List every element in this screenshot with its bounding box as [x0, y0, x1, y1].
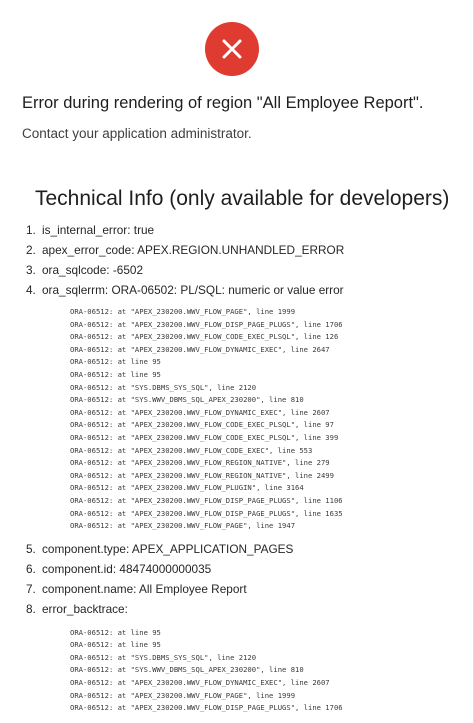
stack-trace-line: ORA-06512: at "SYS.DBMS_SYS_SQL", line 2…	[70, 652, 257, 662]
stack-trace-line: ORA-06512: at "APEX_230200.WWV_FLOW_CODE…	[70, 332, 339, 342]
stack-trace-line: ORA-06512: at line 95	[70, 369, 161, 379]
stack-trace-line: ORA-06512: at "SYS.WWV_DBMS_SQL_APEX_230…	[70, 395, 304, 405]
stack-trace-line: ORA-06512: at "APEX_230200.WWV_FLOW_PAGE…	[70, 690, 296, 700]
list-item: 5. component.type: APEX_APPLICATION_PAGE…	[26, 541, 294, 556]
close-icon	[222, 39, 242, 59]
stack-trace-line: ORA-06512: at "APEX_230200.WWV_FLOW_CODE…	[70, 432, 339, 442]
technical-info-heading: Technical Info (only available for devel…	[35, 187, 450, 210]
stack-trace-line: ORA-06512: at "APEX_230200.WWV_FLOW_DISP…	[70, 319, 343, 329]
stack-trace-line: ORA-06512: at "APEX_230200.WWV_FLOW_DYNA…	[70, 407, 330, 417]
info-ora-sqlerrm: ora_sqlerrm: ORA-06502: PL/SQL: numeric …	[42, 283, 344, 297]
stack-trace-line: ORA-06512: at line 95	[70, 357, 161, 367]
error-message: Contact your application administrator.	[22, 126, 252, 141]
stack-trace-line: ORA-06512: at "APEX_230200.WWV_FLOW_DYNA…	[70, 344, 330, 354]
stack-trace-line: ORA-06512: at "APEX_230200.WWV_FLOW_PLUG…	[70, 483, 304, 493]
list-item: 1. is_internal_error: true	[26, 223, 155, 237]
stack-trace-line: ORA-06512: at "APEX_230200.WWV_FLOW_REGI…	[70, 470, 334, 480]
stack-trace-line: ORA-06512: at "APEX_230200.WWV_FLOW_CODE…	[70, 445, 313, 455]
stack-trace-line: ORA-06512: at line 95	[70, 640, 161, 650]
backtrace-stack-trace: ORA-06512: at line 95 ORA-06512: at line …	[70, 627, 466, 715]
stack-trace-line: ORA-06512: at "APEX_230200.WWV_FLOW_CODE…	[70, 420, 334, 430]
stack-trace-line: ORA-06512: at "APEX_230200.WWV_FLOW_PAGE…	[70, 307, 296, 316]
stack-trace-line: ORA-06512: at "APEX_230200.WWV_FLOW_DISP…	[70, 508, 343, 518]
stack-trace-line: ORA-06512: at "APEX_230200.WWV_FLOW_DYNA…	[70, 678, 330, 688]
info-apex-error-code: apex_error_code: APEX.REGION.UNHANDLED_E…	[42, 243, 345, 257]
info-component-id: component.id: 48474000000035	[42, 561, 212, 576]
error-title: Error during rendering of region "All Em…	[22, 94, 424, 112]
list-item: 8. error_backtrace: ORA-06512: at line 9…	[26, 599, 466, 715]
error-x-icon	[205, 22, 259, 76]
info-component-name: component.name: All Employee Report	[42, 581, 247, 596]
list-item: 2. apex_error_code: APEX.REGION.UNHANDLE…	[26, 243, 345, 257]
stack-trace-line: ORA-06512: at "SYS.WWV_DBMS_SQL_APEX_230…	[70, 665, 304, 675]
stack-trace-line: ORA-06512: at line 95	[70, 627, 161, 637]
technical-info-list: 1. is_internal_error: true 2. apex_error…	[26, 220, 466, 721]
info-component-type: component.type: APEX_APPLICATION_PAGES	[42, 541, 294, 556]
info-error-backtrace: error_backtrace:	[42, 601, 128, 616]
info-ora-sqlcode: ora_sqlcode: -6502	[42, 263, 143, 277]
list-item: 7. component.name: All Employee Report	[26, 581, 247, 596]
stack-trace-line: ORA-06512: at "APEX_230200.WWV_FLOW_PAGE…	[70, 521, 296, 531]
stack-trace-line: ORA-06512: at "APEX_230200.WWV_FLOW_DISP…	[70, 703, 343, 713]
list-item: 4. ora_sqlerrm: ORA-06502: PL/SQL: numer…	[26, 280, 466, 533]
error-page: Error during rendering of region "All Em…	[0, 0, 474, 723]
info-is-internal-error: is_internal_error: true	[42, 223, 155, 237]
stack-trace-line: ORA-06512: at "APEX_230200.WWV_FLOW_DISP…	[70, 495, 343, 505]
list-item: 6. component.id: 48474000000035	[26, 561, 212, 576]
sqlerrm-stack-trace: ORA-06512: at "APEX_230200.WWV_FLOW_PAGE…	[70, 306, 466, 533]
list-item: 3. ora_sqlcode: -6502	[26, 263, 143, 277]
stack-trace-line: ORA-06512: at "APEX_230200.WWV_FLOW_REGI…	[70, 458, 330, 468]
stack-trace-line: ORA-06512: at "SYS.DBMS_SYS_SQL", line 2…	[70, 382, 257, 392]
